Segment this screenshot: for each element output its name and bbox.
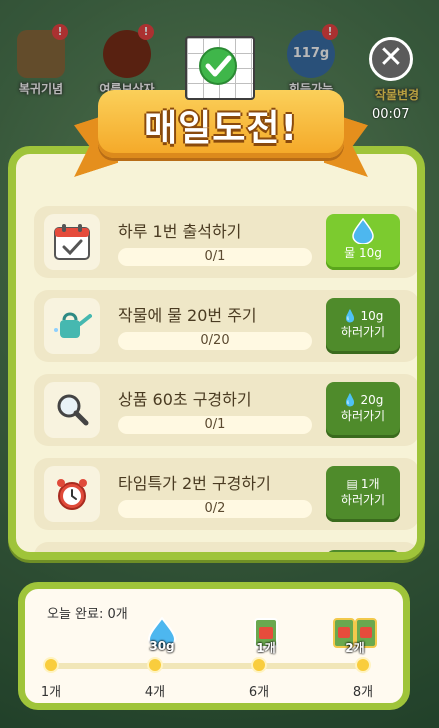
reward-amount: 2개 [345,641,365,655]
mission-item-partial [34,542,417,552]
milestone-node [251,657,267,673]
progress-text: 0/1 [204,417,226,432]
milestone-label: 8개 [352,685,374,700]
checklist-icon [185,36,255,100]
reward-amount: 10g [360,309,384,323]
milestone-label: 1개 [40,685,62,700]
mission-item: 작물에 물 20번 주기 0/20 💧 10g 하러가기 [34,290,417,362]
progress-text: 0/20 [200,333,230,348]
mission-item: 타임특가 2번 구경하기 0/2 ▤ 1개 하러가기 [34,458,417,530]
magnifier-icon [44,382,100,438]
progress-bar: 0/2 [118,500,312,518]
water-drop-icon: 💧 [342,309,358,323]
reward-label: 물 10g [344,246,382,260]
milestone-label: 4개 [144,685,166,700]
reward-amount: 1개 [256,641,276,655]
close-button[interactable]: ✕ [369,37,413,81]
mission-panel: 하루 1번 출석하기 0/1 물 10g 작물에 물 20번 주기 0/20 💧… [8,146,425,560]
go-button[interactable]: 💧 10g 하러가기 [326,298,400,354]
claim-reward-button[interactable]: 물 10g [326,214,400,270]
mission-title: 작물에 물 20번 주기 [118,306,257,325]
go-label: 하러가기 [340,325,386,339]
go-button[interactable]: 💧 20g 하러가기 [326,382,400,438]
water-drop-icon: 💧 [342,393,358,407]
mission-title: 타임특가 2번 구경하기 [118,474,271,493]
progress-bar: 0/20 [118,332,312,350]
progress-bar: 0/1 [118,416,312,434]
progress-bar: 0/1 [118,248,312,266]
milestone-label: 6개 [248,685,270,700]
title-ribbon: 매일도전! [98,90,344,158]
alarm-clock-icon [44,466,100,522]
go-button[interactable] [326,550,400,552]
timer-text: 00:07 [372,107,410,122]
milestone-node [355,657,371,673]
mission-title: 하루 1번 출석하기 [118,222,242,241]
daily-progress-panel: 오늘 완료: 0개 30g 1개 2개 1개 4개 6개 8개 [18,582,410,710]
page-title: 매일도전! [144,108,298,149]
mission-title: 상품 60초 구경하기 [118,390,252,409]
go-label: 하러가기 [340,409,386,423]
progress-text: 0/1 [204,249,226,264]
close-icon: ✕ [378,40,404,75]
calendar-icon [44,214,100,270]
milestone-node [43,657,59,673]
today-completed-label: 오늘 완료: 0개 [47,607,128,622]
reward-water: 30g [137,616,187,667]
milestone-node [147,657,163,673]
water-drop-icon [326,218,400,244]
reward-amount: 20g [360,393,384,407]
reward-amount: 1개 [360,477,380,491]
seed-bag-icon: ▤ [346,477,358,491]
mission-item: 상품 60초 구경하기 0/1 💧 20g 하러가기 [34,374,417,446]
progress-track [51,663,363,669]
go-label: 하러가기 [340,493,386,507]
progress-text: 0/2 [204,501,226,516]
go-button[interactable]: ▤ 1개 하러가기 [326,466,400,522]
mission-item: 하루 1번 출석하기 0/1 물 10g [34,206,417,278]
watering-can-icon [44,298,100,354]
reward-amount: 30g [149,639,175,653]
